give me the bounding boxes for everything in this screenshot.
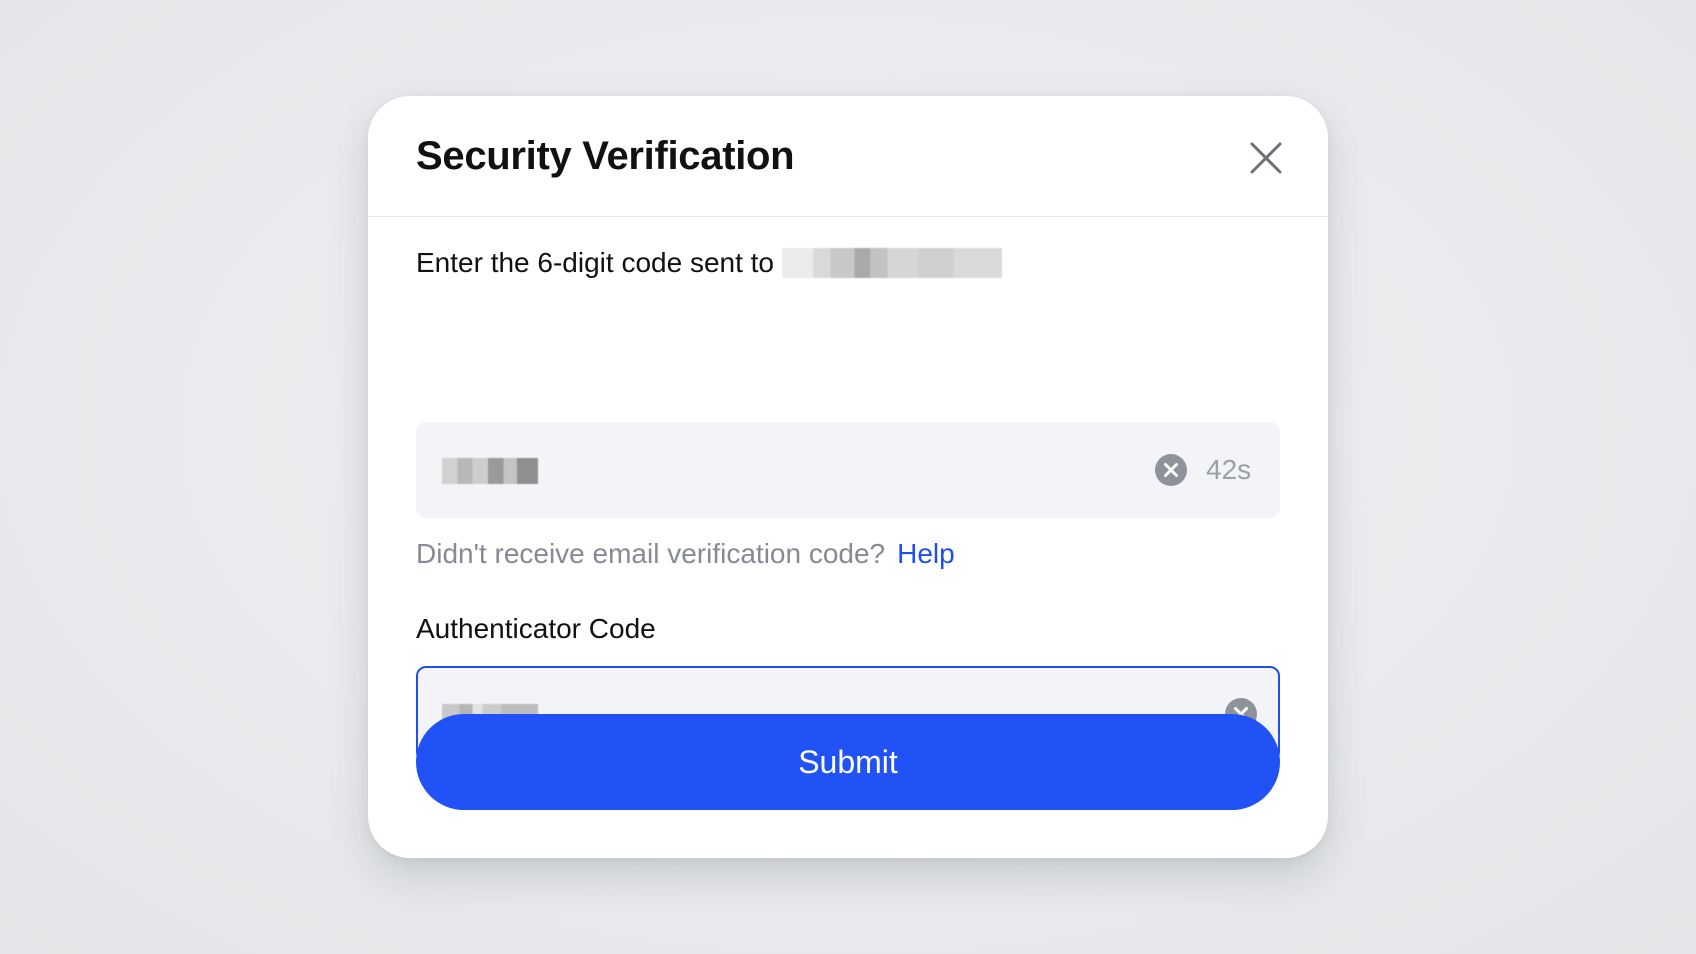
- authenticator-code-label: Authenticator Code: [416, 613, 656, 644]
- help-link[interactable]: Help: [897, 538, 955, 569]
- email-code-value-redacted: [442, 458, 538, 484]
- help-question-text: Didn't receive email verification code?: [416, 538, 886, 569]
- clear-email-code-button[interactable]: [1154, 453, 1188, 487]
- submit-button[interactable]: Submit: [416, 714, 1280, 810]
- resend-countdown: 42s: [1206, 454, 1252, 485]
- clear-icon: [1155, 454, 1187, 486]
- dialog-title: Security Verification: [416, 134, 795, 178]
- email-code-input[interactable]: 42s: [416, 422, 1280, 518]
- security-verification-dialog: Security Verification Enter the 6-digit …: [368, 96, 1328, 858]
- close-button[interactable]: [1246, 138, 1286, 178]
- redacted-email-address: [782, 248, 1002, 278]
- help-row: Didn't receive email verification code? H…: [416, 536, 955, 572]
- dialog-header: Security Verification: [368, 96, 1328, 217]
- email-code-label: Enter the 6-digit code sent to: [416, 247, 774, 278]
- close-icon: [1250, 142, 1282, 174]
- email-code-label-row: Enter the 6-digit code sent to: [416, 246, 1002, 280]
